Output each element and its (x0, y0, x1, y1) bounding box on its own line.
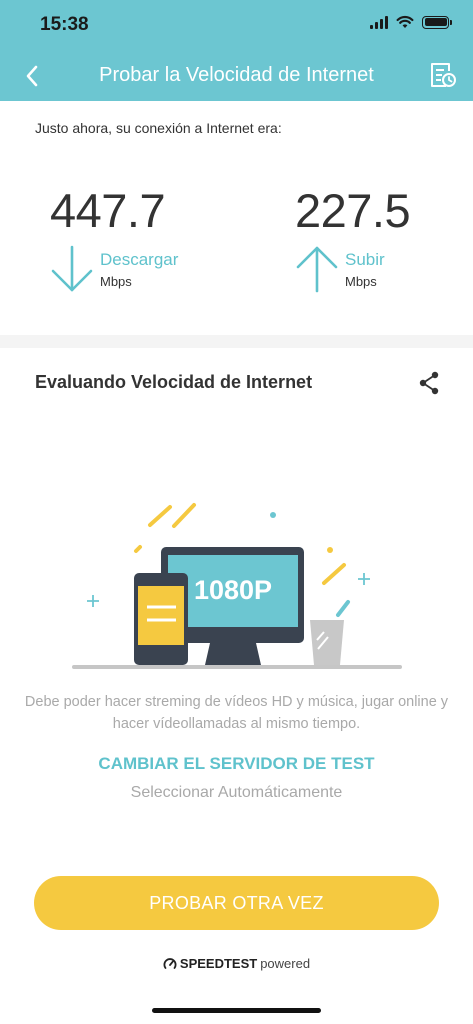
battery-icon (422, 15, 452, 29)
powered-suffix: powered (260, 956, 311, 971)
upload-value: 227.5 (295, 184, 411, 237)
share-button[interactable] (417, 370, 441, 396)
streaming-illustration: 1080P (72, 503, 402, 669)
wifi-icon (396, 15, 414, 28)
status-icons (370, 15, 452, 29)
history-report-icon (431, 63, 456, 87)
download-result: 447.7 Descargar Mbps (50, 183, 250, 294)
status-time: 15:38 (40, 14, 89, 35)
arrow-down-icon (51, 245, 93, 292)
speedtest-brand: SPEEDTEST (179, 956, 258, 971)
results-intro: Justo ahora, su conexión a Internet era: (35, 120, 282, 136)
history-button[interactable] (429, 59, 457, 91)
server-selection: Seleccionar Automáticamente (130, 784, 343, 801)
change-server-link[interactable]: CAMBIAR EL SERVIDOR DE TEST (0, 754, 473, 774)
speedtest-powered: SPEEDTEST powered (0, 956, 473, 971)
cellular-signal-icon (370, 15, 388, 29)
download-label: Descargar (100, 249, 179, 269)
download-value: 447.7 (50, 184, 166, 237)
arrow-up-icon (296, 246, 338, 293)
header-bar: 15:38 Probar la Velocidad de Internet (0, 0, 473, 101)
section-divider (0, 335, 473, 348)
download-unit: Mbps (100, 273, 132, 289)
retry-button[interactable]: PROBAR OTRA VEZ (34, 876, 439, 930)
upload-unit: Mbps (345, 273, 377, 289)
illustration-resolution: 1080P (194, 575, 272, 605)
upload-result: 227.5 Subir Mbps (295, 183, 473, 294)
share-icon (419, 371, 439, 395)
nav-bar: Probar la Velocidad de Internet (0, 55, 473, 99)
home-indicator (152, 1008, 321, 1013)
upload-label: Subir (345, 249, 385, 269)
evaluation-description: Debe poder hacer streming de vídeos HD y… (24, 694, 449, 732)
evaluation-title: Evaluando Velocidad de Internet (35, 372, 313, 392)
page-title: Probar la Velocidad de Internet (99, 64, 374, 86)
speedtest-gauge-icon (163, 957, 177, 969)
